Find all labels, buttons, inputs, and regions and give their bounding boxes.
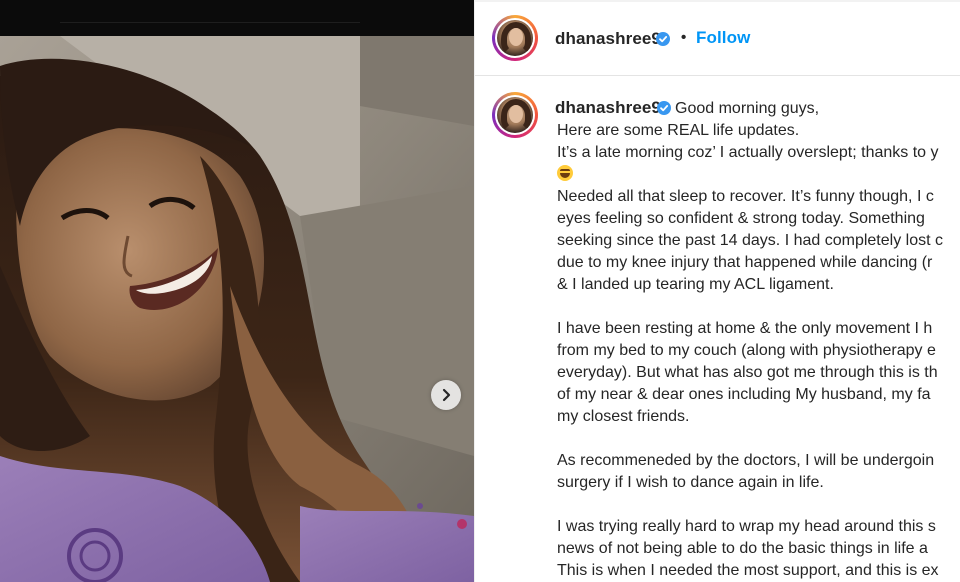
header-username[interactable]: dhanashree9 — [555, 29, 661, 49]
caption-gap — [557, 428, 960, 450]
avatar-ring — [495, 18, 535, 58]
caption-avatar[interactable] — [492, 92, 538, 138]
caption-line: due to my knee injury that happened whil… — [557, 254, 933, 271]
caption-line: & I landed up tearing my ACL ligament. — [557, 276, 834, 293]
caption-line: seeking since the past 14 days. I had co… — [557, 232, 943, 249]
caption-line: Needed all that sleep to recover. It’s f… — [557, 188, 934, 205]
avatar-face — [509, 28, 523, 46]
caption-gap — [557, 296, 960, 318]
caption-emoji-line — [557, 164, 960, 186]
avatar[interactable] — [492, 15, 538, 61]
caption-line: surgery if I wish to dance again in life… — [557, 474, 824, 491]
caption-line: Here are some REAL life updates. — [557, 122, 800, 139]
avatar-face — [509, 105, 523, 123]
post-photo[interactable] — [0, 36, 474, 582]
caption-line: It’s a late morning coz’ I actually over… — [557, 144, 939, 161]
top-black-bar — [0, 0, 474, 36]
separator-dot: • — [681, 29, 687, 46]
caption-line: I was trying really hard to wrap my head… — [557, 518, 936, 535]
bar-streak — [60, 22, 360, 23]
caption-line: my closest friends. — [557, 408, 690, 425]
caption-username[interactable]: dhanashree9 — [555, 98, 661, 118]
caption-line: As recommeneded by the doctors, I will b… — [557, 452, 935, 469]
caption-line: I have been resting at home & the only m… — [557, 320, 933, 337]
caption-line: This is when I needed the most support, … — [557, 562, 939, 579]
verified-badge-icon — [657, 101, 671, 115]
caption-line: everyday). But what has also got me thro… — [557, 364, 938, 381]
instagram-post-view: dhanashree9 • Follow Good morning guys, … — [0, 0, 960, 582]
caption-line: of my near & dear ones including My husb… — [557, 386, 931, 403]
avatar-ring — [495, 95, 535, 135]
avatar-image — [497, 20, 533, 56]
post-caption: Good morning guys, Here are some REAL li… — [557, 98, 960, 582]
avatar-image — [497, 97, 533, 133]
post-details-panel: dhanashree9 • Follow Good morning guys, … — [474, 0, 960, 582]
caption-line: from my bed to my couch (along with phys… — [557, 342, 936, 359]
post-header: dhanashree9 • Follow — [475, 2, 960, 76]
caption-gap — [557, 494, 960, 516]
caption-line: eyes feeling so confident & strong today… — [557, 210, 925, 227]
next-photo-button[interactable] — [431, 380, 461, 410]
caption-line: news of not being able to do the basic t… — [557, 540, 928, 557]
follow-button[interactable]: Follow — [696, 28, 750, 48]
verified-badge-icon — [656, 32, 670, 46]
chevron-right-icon — [442, 388, 451, 402]
photo-illustration — [0, 36, 474, 582]
laughing-face-emoji — [557, 165, 573, 181]
